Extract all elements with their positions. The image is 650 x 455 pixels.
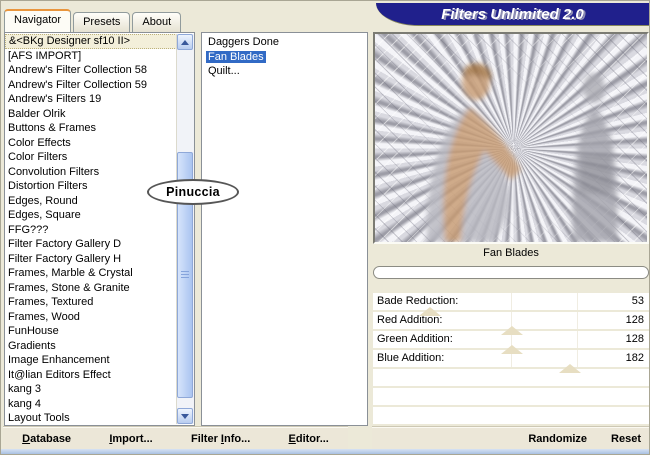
filter-info-button[interactable]: Filter Info... — [191, 433, 250, 445]
category-item[interactable]: Balder Olrik — [5, 107, 177, 122]
slider-marker[interactable] — [419, 307, 442, 316]
category-item[interactable]: Edges, Square — [5, 208, 177, 223]
category-item[interactable]: Filter Factory Gallery D — [5, 237, 177, 252]
progress-bar — [373, 266, 649, 279]
category-item[interactable]: Frames, Textured — [5, 295, 177, 310]
filter-item[interactable]: Daggers Done — [202, 35, 367, 50]
category-item[interactable]: Frames, Stone & Granite — [5, 281, 177, 296]
category-item[interactable]: It@lian Editors Effect — [5, 368, 177, 383]
title-banner: Filters Unlimited 2.0 — [376, 3, 649, 26]
scroll-up-button[interactable] — [177, 34, 193, 50]
reset-button[interactable]: Reset — [611, 433, 641, 445]
arrow-down-icon — [181, 413, 189, 419]
category-item[interactable]: kang 4 — [5, 397, 177, 412]
category-item[interactable]: Color Filters — [5, 150, 177, 165]
category-item[interactable]: Andrew's Filter Collection 59 — [5, 78, 177, 93]
slider-label: Blue Addition: — [377, 352, 445, 364]
filter-item[interactable]: Fan Blades — [202, 50, 367, 65]
category-item[interactable]: FunHouse — [5, 324, 177, 339]
import-button[interactable]: Import... — [109, 433, 152, 445]
slider-marker[interactable] — [500, 326, 523, 335]
tab-strip: Navigator Presets About — [4, 9, 183, 32]
filter-item-label: Daggers Done — [208, 36, 279, 48]
category-item[interactable]: Andrew's Filters 19 — [5, 92, 177, 107]
category-item[interactable]: Frames, Wood — [5, 310, 177, 325]
preview-caption: Fan Blades — [483, 247, 539, 259]
category-item[interactable]: Convolution Filters — [5, 165, 177, 180]
slider-value: 128 — [625, 333, 644, 345]
slider-marker[interactable] — [500, 345, 523, 354]
scroll-down-button[interactable] — [177, 408, 193, 424]
pinuccia-watermark: Pinuccia — [147, 179, 239, 205]
slider-row-empty — [373, 369, 649, 386]
category-item[interactable]: &<BKg Designer sf10 II> — [5, 34, 177, 49]
filter-preview — [373, 32, 649, 244]
category-listbox: &<BKg Designer sf10 II> [AFS IMPORT] Andre… — [4, 32, 195, 426]
tab-about[interactable]: About — [132, 12, 182, 32]
slider-value: 53 — [631, 295, 644, 307]
editor-button[interactable]: Editor... — [289, 433, 329, 445]
tab-navigator[interactable]: Navigator — [4, 9, 72, 32]
category-scrollbar[interactable] — [176, 34, 194, 424]
slider-row-empty — [373, 407, 649, 424]
slider-row[interactable]: Red Addition: 128 — [373, 312, 649, 335]
category-item[interactable]: kang 3 — [5, 382, 177, 397]
category-item[interactable]: Filter Factory Gallery H — [5, 252, 177, 267]
filter-listbox: Daggers Done Fan Blades Quilt... — [201, 32, 368, 426]
slider-tick — [511, 293, 512, 310]
filter-item-label: Quilt... — [208, 65, 240, 77]
action-button-bar: Database Import... Filter Info... Editor... — [3, 427, 348, 450]
filter-item-label: Fan Blades — [206, 50, 266, 63]
slider-label: Green Addition: — [377, 333, 453, 345]
filter-item[interactable]: Quilt... — [202, 64, 367, 79]
slider-panel: Bade Reduction: 53 Red Addition: 128 Green A… — [373, 293, 649, 426]
category-item[interactable]: Image Enhancement — [5, 353, 177, 368]
preview-figures — [426, 63, 618, 242]
slider-row-empty — [373, 388, 649, 405]
slider-value: 182 — [625, 352, 644, 364]
category-item[interactable]: Andrew's Filter Collection 58 — [5, 63, 177, 78]
randomize-button[interactable]: Randomize — [528, 433, 587, 445]
filters-unlimited-window: Navigator Presets About Filters Unlimited … — [0, 0, 650, 455]
category-items: &<BKg Designer sf10 II> [AFS IMPORT] Andre… — [5, 34, 177, 424]
thumb-grip-icon — [181, 271, 189, 279]
tab-presets[interactable]: Presets — [73, 12, 131, 32]
slider-value: 128 — [625, 314, 644, 326]
slider-row[interactable]: Bade Reduction: 53 — [373, 293, 649, 316]
category-item[interactable]: Gradients — [5, 339, 177, 354]
slider-tick — [577, 293, 579, 310]
category-item[interactable]: Layout Tools — [5, 411, 177, 424]
result-button-bar: Randomize Reset — [372, 427, 649, 450]
category-item[interactable]: [AFS IMPORT] — [5, 49, 177, 64]
category-item[interactable]: Buttons & Frames — [5, 121, 177, 136]
slider-label: Bade Reduction: — [377, 295, 459, 307]
slider-tick — [577, 331, 579, 348]
database-button[interactable]: Database — [22, 433, 71, 445]
category-item[interactable]: FFG??? — [5, 223, 177, 238]
category-item[interactable]: Frames, Marble & Crystal — [5, 266, 177, 281]
category-item[interactable]: Color Effects — [5, 136, 177, 151]
watermark-text: Pinuccia — [166, 185, 220, 199]
slider-marker[interactable] — [558, 364, 581, 373]
slider-tick — [577, 312, 579, 329]
arrow-up-icon — [181, 39, 189, 45]
app-title: Filters Unlimited 2.0 — [441, 5, 584, 23]
window-bottom-edge — [1, 449, 649, 454]
